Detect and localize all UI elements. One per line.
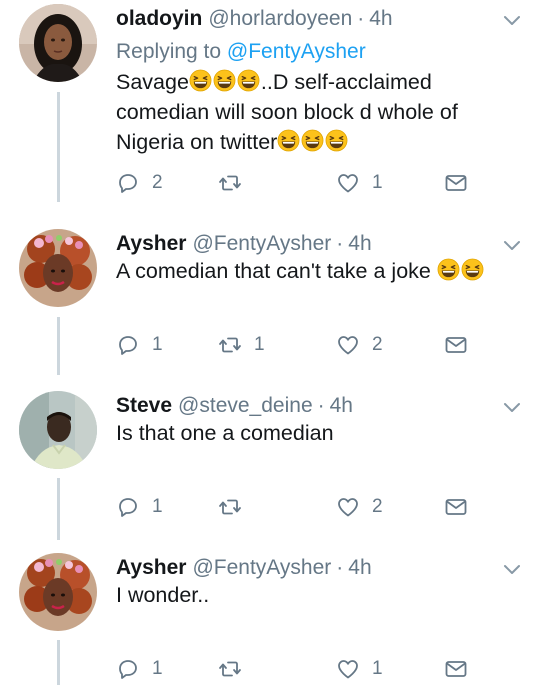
envelope-icon [444, 171, 468, 195]
tweet-actions: 1 1 2 [116, 330, 476, 360]
reply-count: 1 [152, 658, 163, 679]
tweet-text-line: A comedian that can't take a joke [116, 256, 516, 286]
retweet-icon [218, 171, 242, 195]
avatar[interactable] [19, 553, 97, 631]
heart-icon [336, 333, 360, 357]
reply-button[interactable]: 1 [116, 330, 163, 360]
timestamp[interactable]: 4h [369, 4, 392, 34]
chevron-down-icon[interactable] [502, 10, 522, 30]
tweet[interactable]: oladoyin @horlardoyeen · 4h Replying to … [0, 4, 540, 204]
direct-message-button[interactable] [444, 492, 468, 522]
reply-button[interactable]: 2 [116, 168, 163, 198]
tweet-text-line: Nigeria on twitter [116, 127, 516, 157]
chevron-down-icon[interactable] [502, 559, 522, 579]
user-handle[interactable]: @FentyAysher [192, 229, 331, 259]
tweet-header: Steve @steve_deine · 4h [116, 391, 353, 421]
tweet-text: I wonder.. [116, 580, 516, 610]
heart-icon [336, 495, 360, 519]
tweet-actions: 2 1 [116, 168, 476, 198]
tweet-text-line: comedian will soon block d whole of [116, 100, 458, 124]
reply-icon [116, 171, 140, 195]
like-count: 1 [372, 658, 383, 679]
grinning-squinting-face-emoji [237, 69, 260, 92]
like-button[interactable]: 1 [336, 654, 383, 684]
retweet-count: 1 [254, 334, 265, 355]
retweet-button[interactable] [218, 654, 254, 684]
like-button[interactable]: 1 [336, 168, 383, 198]
like-count: 1 [372, 172, 383, 193]
tweet[interactable]: Aysher @FentyAysher · 4h A comedian that… [0, 229, 540, 369]
separator-dot: · [336, 556, 344, 579]
like-count: 2 [372, 496, 383, 517]
tweet-actions: 1 1 [116, 654, 476, 684]
tweet-actions: 1 2 [116, 492, 476, 522]
tweet-header: oladoyin @horlardoyeen · 4h [116, 4, 393, 34]
grinning-squinting-face-emoji [325, 129, 348, 152]
grinning-squinting-face-emoji [301, 129, 324, 152]
like-button[interactable]: 2 [336, 492, 383, 522]
heart-icon [336, 657, 360, 681]
retweet-icon [218, 333, 242, 357]
separator-dot: · [336, 232, 344, 255]
envelope-icon [444, 495, 468, 519]
avatar[interactable] [19, 4, 97, 82]
display-name[interactable]: Steve [116, 391, 172, 421]
reply-icon [116, 657, 140, 681]
retweet-button[interactable] [218, 492, 254, 522]
display-name[interactable]: Aysher [116, 229, 186, 259]
chevron-down-icon[interactable] [502, 397, 522, 417]
like-button[interactable]: 2 [336, 330, 383, 360]
avatar[interactable] [19, 229, 97, 307]
timestamp[interactable]: 4h [348, 229, 371, 259]
reply-button[interactable]: 1 [116, 492, 163, 522]
timestamp[interactable]: 4h [348, 553, 371, 583]
tweet-text-line: Is that one a comedian [116, 421, 334, 445]
tweet[interactable]: Steve @steve_deine · 4h Is that one a co… [0, 391, 540, 531]
envelope-icon [444, 333, 468, 357]
retweet-button[interactable]: 1 [218, 330, 265, 360]
grinning-squinting-face-emoji [189, 69, 212, 92]
envelope-icon [444, 657, 468, 681]
mention-link[interactable]: @FentyAysher [227, 40, 366, 63]
reply-count: 1 [152, 496, 163, 517]
tweet[interactable]: Aysher @FentyAysher · 4h I wonder.. 1 1 [0, 553, 540, 685]
user-handle[interactable]: @steve_deine [178, 391, 313, 421]
direct-message-button[interactable] [444, 330, 468, 360]
tweet-text: A comedian that can't take a joke [116, 256, 516, 286]
grinning-squinting-face-emoji [213, 69, 236, 92]
reply-count: 2 [152, 172, 163, 193]
reply-icon [116, 495, 140, 519]
grinning-squinting-face-emoji [277, 129, 300, 152]
direct-message-button[interactable] [444, 168, 468, 198]
avatar[interactable] [19, 391, 97, 469]
retweet-icon [218, 657, 242, 681]
like-count: 2 [372, 334, 383, 355]
tweet-text-line: Savage ..D self-acclaimed [116, 69, 432, 94]
display-name[interactable]: Aysher [116, 553, 186, 583]
tweet-text-line: I wonder.. [116, 583, 210, 607]
tweet-text: Savage ..D self-acclaimed comedian will s… [116, 67, 516, 157]
display-name[interactable]: oladoyin [116, 4, 202, 34]
user-handle[interactable]: @FentyAysher [192, 553, 331, 583]
reply-icon [116, 333, 140, 357]
replying-to-label: Replying to [116, 40, 222, 63]
direct-message-button[interactable] [444, 654, 468, 684]
separator-dot: · [357, 7, 365, 30]
chevron-down-icon[interactable] [502, 235, 522, 255]
separator-dot: · [317, 394, 325, 417]
tweet-text: Is that one a comedian [116, 418, 516, 448]
heart-icon [336, 171, 360, 195]
tweet-header: Aysher @FentyAysher · 4h [116, 229, 372, 259]
reply-button[interactable]: 1 [116, 654, 163, 684]
grinning-squinting-face-emoji [461, 258, 484, 281]
retweet-button[interactable] [218, 168, 254, 198]
user-handle[interactable]: @horlardoyeen [208, 4, 352, 34]
tweet-header: Aysher @FentyAysher · 4h [116, 553, 372, 583]
grinning-squinting-face-emoji [437, 258, 460, 281]
retweet-icon [218, 495, 242, 519]
timestamp[interactable]: 4h [330, 391, 353, 421]
replying-to: Replying to @FentyAysher [116, 37, 366, 67]
reply-count: 1 [152, 334, 163, 355]
